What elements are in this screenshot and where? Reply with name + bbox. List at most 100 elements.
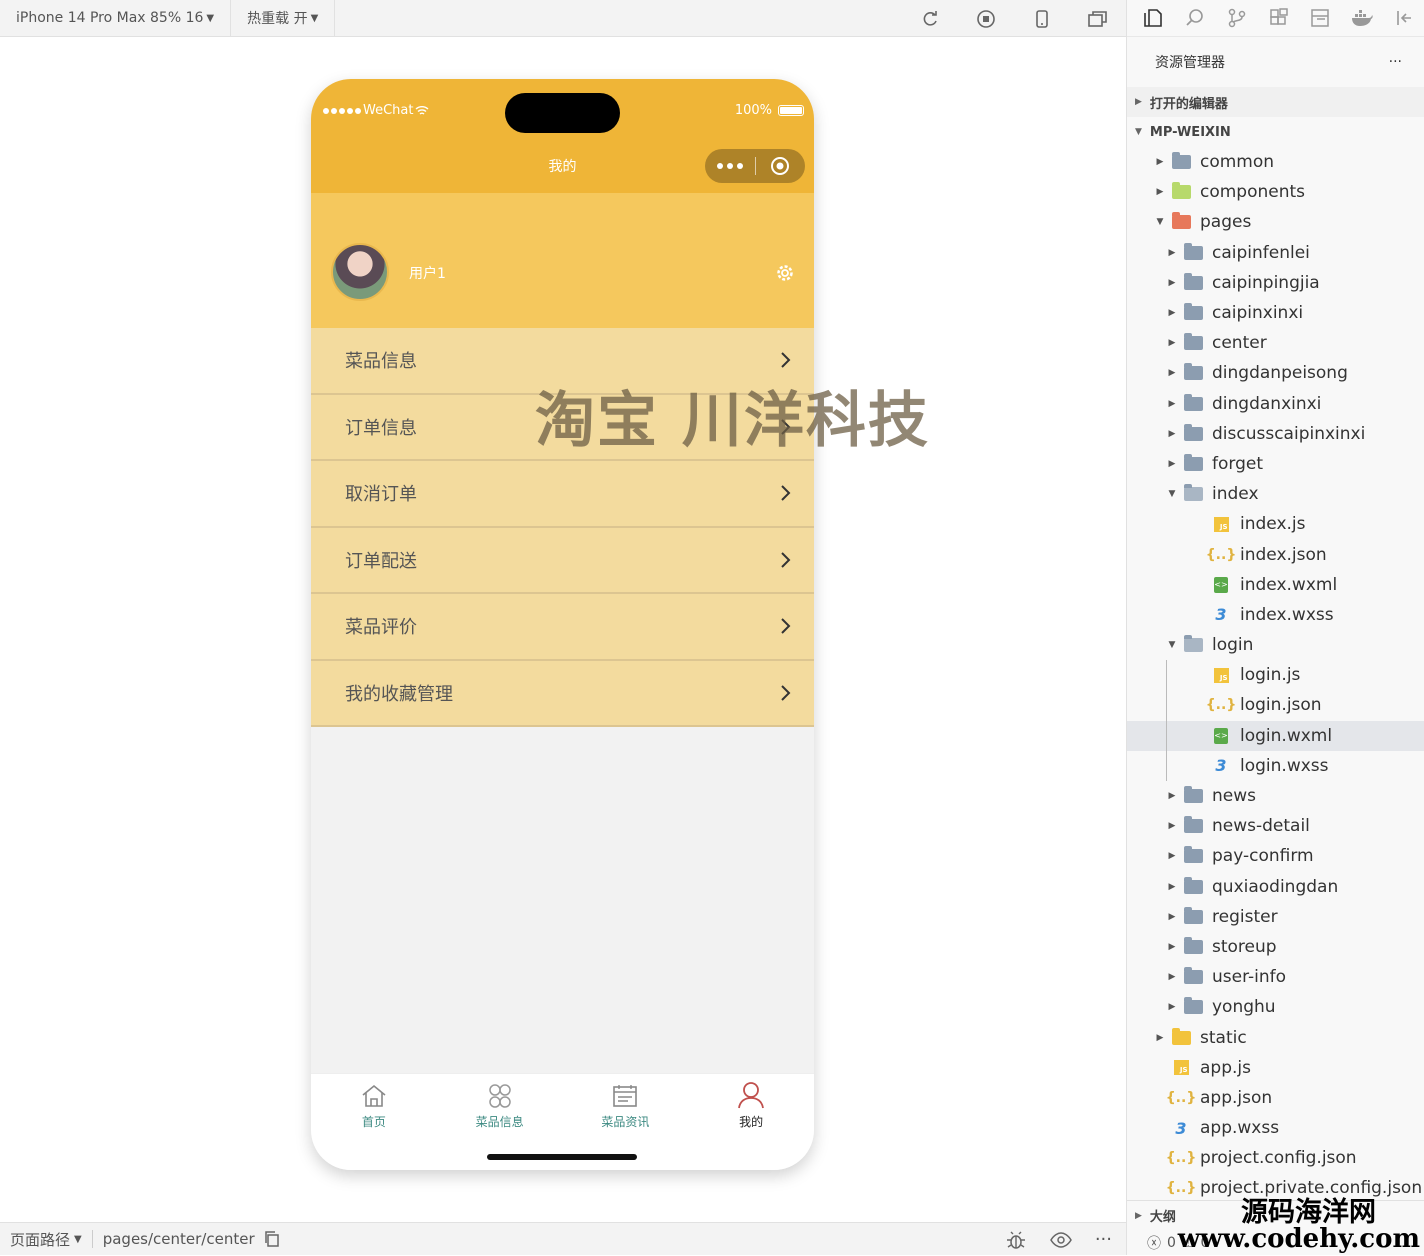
more-actions-icon[interactable]: ···: [1389, 54, 1402, 70]
phone-frame: WeChat 100% 我的 用户1 菜品信息 订单信息 取消订单 订单配送 菜…: [311, 79, 814, 1170]
tab-home[interactable]: 首页: [311, 1074, 437, 1138]
user-header: 用户1: [311, 193, 814, 328]
hot-reload-toggle[interactable]: 热重载 开 ▼: [231, 0, 336, 37]
folder-icon: [1183, 242, 1203, 261]
tab-caipinzixun[interactable]: 菜品资讯: [563, 1074, 689, 1138]
folder-open-icon: [1183, 484, 1203, 502]
tree-item-label: caipinfenlei: [1212, 242, 1310, 263]
tree-item-label: static: [1200, 1027, 1247, 1048]
chevron-right-icon: ▶: [1168, 791, 1176, 802]
device-label: iPhone 14 Pro Max 85% 16: [16, 10, 204, 26]
tree-item-register[interactable]: ▶ register: [1127, 902, 1424, 932]
tree-item-index-json[interactable]: {..} index.json: [1127, 539, 1424, 569]
tree-item-index-js[interactable]: JS index.js: [1127, 509, 1424, 539]
avatar[interactable]: [331, 243, 389, 301]
windows-icon[interactable]: [1070, 0, 1126, 37]
json-file-icon: {..}: [1205, 546, 1237, 563]
chevron-right-icon: ▶: [1156, 157, 1164, 168]
bug-icon[interactable]: [1005, 1229, 1027, 1251]
device-selector[interactable]: iPhone 14 Pro Max 85% 16 ▼: [0, 0, 232, 37]
folder-icon: [1183, 816, 1203, 834]
more-icon[interactable]: [705, 163, 755, 169]
home-icon: [362, 1084, 386, 1107]
search-icon[interactable]: [1175, 0, 1215, 37]
files-icon[interactable]: [1133, 0, 1173, 37]
tree-item-dingdanxinxi[interactable]: ▶ dingdanxinxi: [1127, 389, 1424, 419]
tree-item-login-js[interactable]: JS login.js: [1127, 660, 1424, 691]
chevron-right-icon: [781, 485, 791, 501]
menu-item-caipinpingjia[interactable]: 菜品评价: [311, 594, 814, 661]
tree-item-app-wxss[interactable]: 3 app.wxss: [1127, 1113, 1424, 1143]
error-count: 0: [1167, 1234, 1176, 1251]
chevron-down-icon: ▼: [1168, 640, 1176, 651]
tree-item-static[interactable]: ▶ static: [1127, 1022, 1424, 1052]
tree-item-app-json[interactable]: {..} app.json: [1127, 1083, 1424, 1113]
chevron-down-icon: ▼: [206, 12, 215, 24]
docker-icon[interactable]: [1342, 0, 1382, 37]
tab-caipinxinxi[interactable]: 菜品信息: [437, 1074, 563, 1138]
tree-item-dingdanpeisong[interactable]: ▶ dingdanpeisong: [1127, 358, 1424, 388]
tree-item-app-js[interactable]: JS app.js: [1127, 1053, 1424, 1083]
tree-item-components[interactable]: ▶ components: [1127, 177, 1424, 207]
site-watermark: 源码海洋网 www.codehy.com: [1178, 1199, 1420, 1252]
tree-item-index[interactable]: ▼ index: [1127, 479, 1424, 509]
folder-icon: [1183, 423, 1203, 442]
indent-guide: [1166, 660, 1167, 691]
menu-item-dingdanpeisong[interactable]: 订单配送: [311, 527, 814, 594]
tree-item-index-wxml[interactable]: <> index.wxml: [1127, 570, 1424, 600]
site-watermark-line1: 源码海洋网: [1241, 1197, 1376, 1228]
phone-icon[interactable]: [1014, 0, 1070, 37]
git-branch-icon[interactable]: [1217, 0, 1257, 37]
stop-icon[interactable]: [958, 0, 1014, 37]
tree-item-label: discusscaipinxinxi: [1212, 423, 1366, 444]
status-bar: WeChat 100%: [311, 79, 814, 141]
tree-item-login-wxss[interactable]: 3 login.wxss: [1127, 750, 1424, 781]
tree-item-project-config-json[interactable]: {..} project.config.json: [1127, 1143, 1424, 1173]
site-watermark-line2: www.codehy.com: [1177, 1224, 1420, 1254]
layout-icon[interactable]: [1300, 0, 1340, 37]
tree-item-news[interactable]: ▶ news: [1127, 781, 1424, 811]
tree-item-user-info[interactable]: ▶ user-info: [1127, 962, 1424, 992]
tree-item-login-wxml[interactable]: <> login.wxml: [1127, 720, 1424, 751]
tree-item-caipinfenlei[interactable]: ▶ caipinfenlei: [1127, 238, 1424, 268]
tree-item-discusscaipinxinxi[interactable]: ▶ discusscaipinxinxi: [1127, 419, 1424, 449]
tree-item-pay-confirm[interactable]: ▶ pay-confirm: [1127, 841, 1424, 871]
more-icon[interactable]: ···: [1095, 1229, 1112, 1250]
page-path-label[interactable]: 页面路径: [10, 1229, 70, 1250]
tree-item-pages[interactable]: ▼ pages: [1127, 207, 1424, 237]
chevron-right-icon: [781, 352, 791, 368]
menu-item-quxiaodingdan[interactable]: 取消订单: [311, 461, 814, 528]
tree-item-label: storeup: [1212, 936, 1277, 957]
open-editors-section[interactable]: ▶ 打开的编辑器: [1127, 87, 1424, 117]
indent-guide: [1166, 750, 1167, 781]
copy-icon[interactable]: [263, 1230, 281, 1248]
tree-item-label: quxiaodingdan: [1212, 876, 1339, 897]
tree-item-news-detail[interactable]: ▶ news-detail: [1127, 811, 1424, 841]
tree-item-yonghu[interactable]: ▶ yonghu: [1127, 992, 1424, 1022]
project-root-section[interactable]: ▼ MP-WEIXIN: [1127, 117, 1424, 147]
tree-item-forget[interactable]: ▶ forget: [1127, 449, 1424, 479]
tree-item-label: login.json: [1240, 695, 1322, 716]
tree-item-login-json[interactable]: {..} login.json: [1127, 690, 1424, 721]
chevron-down-icon: ▼: [1135, 127, 1142, 137]
close-circle-icon[interactable]: [755, 156, 805, 176]
eye-icon[interactable]: [1049, 1229, 1073, 1251]
tree-item-caipinxinxi[interactable]: ▶ caipinxinxi: [1127, 298, 1424, 328]
tree-item-caipinpingjia[interactable]: ▶ caipinpingjia: [1127, 268, 1424, 298]
chevron-right-icon: ▶: [1168, 941, 1176, 952]
tree-item-storeup[interactable]: ▶ storeup: [1127, 932, 1424, 962]
gear-icon[interactable]: [774, 262, 796, 288]
refresh-icon[interactable]: [902, 0, 958, 37]
chevron-down-icon: ▼: [310, 12, 319, 24]
tree-item-center[interactable]: ▶ center: [1127, 328, 1424, 358]
tab-label: 菜品信息: [475, 1115, 524, 1129]
tab-wode[interactable]: 我的: [688, 1074, 814, 1138]
tree-item-quxiaodingdan[interactable]: ▶ quxiaodingdan: [1127, 872, 1424, 902]
tree-item-index-wxss[interactable]: 3 index.wxss: [1127, 600, 1424, 630]
collapse-panel-icon[interactable]: [1384, 0, 1424, 37]
tree-item-common[interactable]: ▶ common: [1127, 147, 1424, 177]
menu-item-storeup[interactable]: 我的收藏管理: [311, 660, 814, 727]
extensions-icon[interactable]: [1259, 0, 1299, 37]
tree-item-login[interactable]: ▼ login: [1127, 630, 1424, 660]
tree-item-label: app.json: [1200, 1087, 1273, 1108]
